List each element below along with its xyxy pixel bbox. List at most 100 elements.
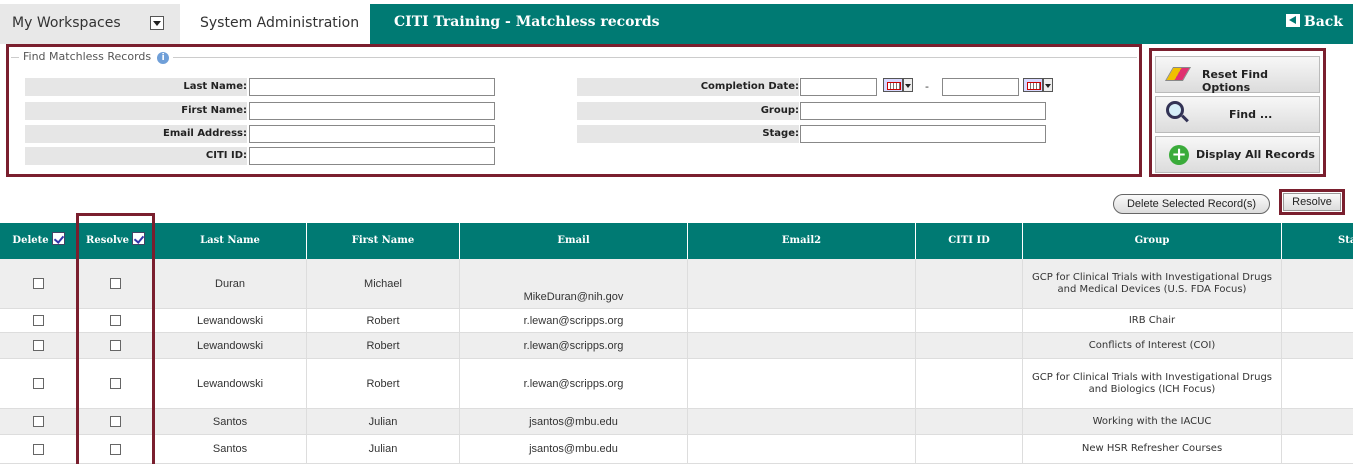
chevron-down-icon <box>1043 78 1053 92</box>
group-cell: GCP for Clinical Trials with Investigati… <box>1023 259 1282 308</box>
first-name-row: First Name: <box>25 102 247 120</box>
plus-icon: + <box>1169 145 1189 165</box>
delete-checkbox[interactable] <box>33 443 44 455</box>
group-label: Group: <box>760 105 799 116</box>
search-icon <box>1166 101 1184 119</box>
chevron-down-icon[interactable] <box>150 16 164 30</box>
delete-checkbox[interactable] <box>33 315 44 326</box>
last-name-cell: Santos <box>154 435 307 463</box>
group-cell: Working with the IACUC <box>1023 409 1282 434</box>
citi-id-cell <box>916 409 1023 434</box>
last-name-input[interactable] <box>249 78 495 96</box>
last-name-cell: Lewandowski <box>154 333 307 358</box>
email-row: Email Address: <box>25 125 247 143</box>
email2-cell <box>688 409 916 434</box>
display-all-records-label: Display All Records <box>1196 148 1315 161</box>
header-email[interactable]: Email <box>460 223 688 259</box>
info-icon[interactable]: i <box>157 52 170 64</box>
group-cell: Conflicts of Interest (COI) <box>1023 333 1282 358</box>
first-name-label: First Name: <box>181 105 247 116</box>
header-stage[interactable]: Stage <box>1282 223 1353 259</box>
tab-system-administration-label: System Administration <box>200 15 360 31</box>
citi-id-input[interactable] <box>249 147 495 165</box>
table-header: Delete Resolve Last Name First Name Emai… <box>0 223 1353 259</box>
back-button[interactable]: Back <box>1285 14 1343 30</box>
last-name-row: Last Name: <box>25 78 247 96</box>
delete-checkbox[interactable] <box>33 340 44 351</box>
email-cell: r.lewan@scripps.org <box>460 359 688 408</box>
calendar-to-icon[interactable] <box>1023 76 1057 94</box>
stage-input[interactable] <box>800 125 1046 143</box>
completion-date-to-input[interactable] <box>942 78 1019 96</box>
delete-cell <box>0 333 78 358</box>
resolve-button[interactable]: Resolve <box>1283 193 1341 211</box>
find-actions-panel: Reset Find Options Find ... + Display Al… <box>1149 48 1326 177</box>
header-last-name[interactable]: Last Name <box>154 223 307 259</box>
header-resolve: Resolve <box>78 223 154 259</box>
email-label: Email Address: <box>162 128 247 139</box>
resolve-highlight: Resolve <box>1279 189 1345 215</box>
first-name-cell: Michael <box>307 259 460 308</box>
delete-checkbox[interactable] <box>33 278 44 289</box>
resolve-checkbox[interactable] <box>110 378 121 389</box>
back-label: Back <box>1303 14 1343 30</box>
stage-cell <box>1282 435 1353 463</box>
delete-selected-button[interactable]: Delete Selected Record(s) <box>1113 194 1270 214</box>
email-cell: MikeDuran@nih.gov <box>460 259 688 308</box>
completion-date-label: Completion Date: <box>700 81 799 92</box>
citi-id-label: CITI ID: <box>205 150 247 161</box>
header-group[interactable]: Group <box>1023 223 1282 259</box>
header-delete-label: Delete <box>12 235 49 246</box>
group-input[interactable] <box>800 102 1046 120</box>
email-cell: jsantos@mbu.edu <box>460 409 688 434</box>
header-first-name[interactable]: First Name <box>307 223 460 259</box>
stage-cell <box>1282 333 1353 358</box>
tab-system-administration[interactable]: System Administration <box>180 4 370 44</box>
group-cell: IRB Chair <box>1023 309 1282 332</box>
header-email2[interactable]: Email2 <box>688 223 916 259</box>
delete-checkbox[interactable] <box>33 416 44 427</box>
first-name-input[interactable] <box>249 102 495 120</box>
find-legend-text: Find Matchless Records <box>23 50 152 63</box>
resolve-checkbox[interactable] <box>110 278 121 289</box>
first-name-cell: Robert <box>307 333 460 358</box>
select-all-resolve-icon[interactable] <box>131 232 145 245</box>
resolve-checkbox[interactable] <box>110 443 121 455</box>
email-input[interactable] <box>249 125 495 143</box>
calendar-icon <box>883 78 903 92</box>
delete-checkbox[interactable] <box>33 378 44 389</box>
resolve-cell <box>78 435 154 463</box>
last-name-cell: Lewandowski <box>154 359 307 408</box>
chevron-down-icon <box>903 78 913 92</box>
email-cell: r.lewan@scripps.org <box>460 309 688 332</box>
citi-id-row: CITI ID: <box>25 147 247 165</box>
select-all-delete-icon[interactable] <box>51 232 65 245</box>
completion-date-from-input[interactable] <box>800 78 877 96</box>
first-name-cell: Julian <box>307 435 460 463</box>
delete-cell <box>0 259 78 308</box>
table-row: Lewandowski Robert r.lewan@scripps.org C… <box>0 333 1353 359</box>
calendar-from-icon[interactable] <box>883 76 917 94</box>
resolve-cell <box>78 409 154 434</box>
tab-my-workspaces-label: My Workspaces <box>12 15 121 31</box>
table-row: Santos Julian jsantos@mbu.edu New HSR Re… <box>0 435 1353 464</box>
resolve-checkbox[interactable] <box>110 416 121 427</box>
first-name-cell: Julian <box>307 409 460 434</box>
display-all-records-button[interactable]: + Display All Records <box>1155 136 1320 173</box>
reset-find-options-button[interactable]: Reset Find Options <box>1155 56 1320 94</box>
email2-cell <box>688 259 916 308</box>
header-citi-id[interactable]: CITI ID <box>916 223 1023 259</box>
calendar-icon <box>1023 78 1043 92</box>
citi-id-cell <box>916 259 1023 308</box>
email2-cell <box>688 333 916 358</box>
tab-my-workspaces[interactable]: My Workspaces <box>0 4 180 44</box>
table-row: Lewandowski Robert r.lewan@scripps.org I… <box>0 309 1353 333</box>
resolve-checkbox[interactable] <box>110 340 121 351</box>
find-legend: Find Matchless Records i <box>19 50 174 64</box>
email2-cell <box>688 359 916 408</box>
group-cell: New HSR Refresher Courses <box>1023 435 1282 463</box>
resolve-checkbox[interactable] <box>110 315 121 326</box>
find-button[interactable]: Find ... <box>1155 96 1320 133</box>
stage-row: Stage: <box>577 125 799 143</box>
header-resolve-label: Resolve <box>86 235 129 246</box>
